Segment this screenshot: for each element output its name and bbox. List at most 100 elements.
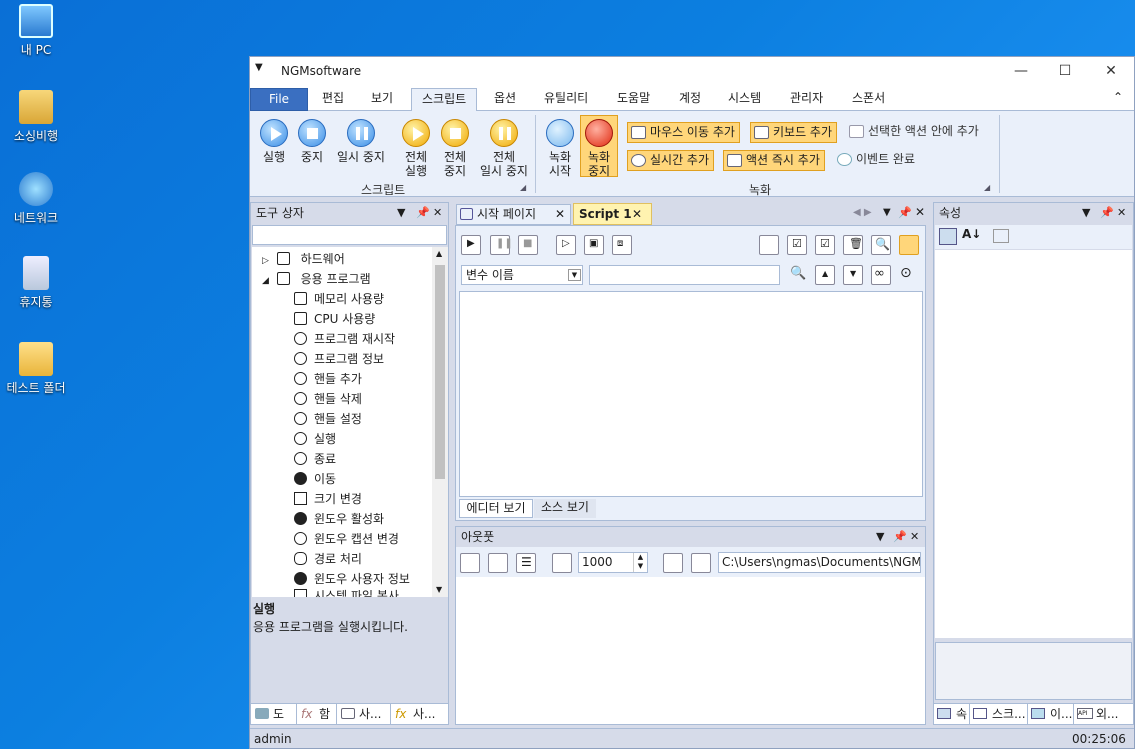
stop-all-button[interactable]: 전체 중지	[437, 119, 473, 178]
tab-editor-view[interactable]: 에디터 보기	[459, 499, 533, 518]
group-launcher-icon[interactable]: ◢	[520, 183, 526, 192]
tab-help[interactable]: 도움말	[607, 88, 660, 111]
script-canvas[interactable]	[459, 291, 923, 497]
pause-script-icon[interactable]: ❚❚	[490, 235, 513, 255]
clear-brush-icon[interactable]	[460, 553, 480, 573]
check-icon[interactable]: ☑	[815, 235, 835, 255]
property-pages-icon[interactable]	[993, 229, 1009, 243]
tab-user-2[interactable]: fx 사...	[391, 704, 448, 724]
close-icon[interactable]: ✕	[433, 203, 442, 223]
close-icon[interactable]: ✕	[1117, 203, 1126, 223]
open-folder-icon[interactable]	[691, 553, 711, 573]
tree-item-copy-file[interactable]: 시스템 파일 복사	[294, 589, 399, 597]
collapse-ribbon-icon[interactable]: ⌃	[1113, 90, 1123, 104]
tab-utility[interactable]: 유틸리티	[534, 88, 598, 111]
categorized-icon[interactable]	[939, 228, 957, 245]
close-button[interactable]: ✕	[1088, 57, 1134, 85]
pause-all-button[interactable]: 전체 일시 중지	[476, 119, 532, 178]
minimize-button[interactable]: —	[998, 57, 1044, 85]
tab-sponsor[interactable]: 스폰서	[842, 88, 895, 111]
quick-access-menu-icon[interactable]: ▼	[255, 62, 263, 73]
desktop-icon-recycle-bin[interactable]: 휴지통	[1, 256, 71, 310]
event-complete-button[interactable]: 이벤트 완료	[834, 150, 919, 171]
tab-view[interactable]: 보기	[361, 88, 403, 111]
move-up-icon[interactable]: ▲	[815, 265, 835, 285]
list-icon[interactable]: ☰	[516, 553, 536, 573]
log-settings-icon[interactable]	[488, 553, 508, 573]
properties-grid[interactable]	[935, 250, 1132, 638]
tree-item-activate-window[interactable]: 윈도우 활성화	[294, 509, 384, 529]
scroll-down-icon[interactable]: ▼	[436, 585, 442, 594]
delete-icon[interactable]: 🗑	[843, 235, 863, 255]
search-icon[interactable]: 🔍	[871, 235, 891, 255]
tab-options[interactable]: 옵션	[484, 88, 526, 111]
move-down-icon[interactable]: ▼	[843, 265, 863, 285]
scroll-up-icon[interactable]: ▲	[436, 249, 442, 258]
pin-icon[interactable]: 📌	[416, 203, 430, 223]
toolbox-scrollbar[interactable]: ▲ ▼	[432, 247, 448, 597]
close-tab-icon[interactable]: ✕	[632, 204, 642, 224]
desktop-icon-network[interactable]: 네트워크	[1, 172, 71, 226]
output-log-area[interactable]	[456, 577, 925, 724]
tree-item-restart[interactable]: 프로그램 재시작	[294, 329, 395, 349]
tree-item-path[interactable]: 경로 처리	[294, 549, 362, 569]
run-script-icon[interactable]: ▶	[461, 235, 481, 255]
chevron-down-icon[interactable]: ▼	[568, 269, 581, 281]
stop-script-icon[interactable]: ■	[518, 235, 538, 255]
tab-source-view[interactable]: 소스 보기	[534, 499, 596, 518]
output-path-field[interactable]: C:\Users\ngmas\Documents\NGM6\	[718, 552, 921, 573]
tab-script-1[interactable]: Script 1 ✕	[573, 203, 652, 225]
close-icon[interactable]: ✕	[910, 527, 919, 547]
add-keyboard-button[interactable]: 키보드 추가	[750, 122, 838, 143]
scroll-thumb[interactable]	[435, 265, 445, 479]
tab-file[interactable]: File	[250, 88, 308, 111]
dropdown-icon[interactable]: ▼	[397, 203, 405, 223]
tab-start-page[interactable]: 시작 페이지 ✕	[456, 204, 571, 225]
tree-item-change-caption[interactable]: 윈도우 캡션 변경	[294, 529, 399, 549]
close-icon[interactable]: ✕	[915, 205, 925, 219]
run-from-here-icon[interactable]: ▣	[584, 235, 604, 255]
pin-icon[interactable]: 📌	[898, 206, 912, 219]
group-launcher-icon[interactable]: ◢	[984, 183, 990, 192]
tab-external[interactable]: API 외...	[1074, 704, 1133, 724]
tab-edit[interactable]: 편집	[312, 88, 354, 111]
tree-item-cpu[interactable]: CPU 사용량	[294, 309, 375, 329]
desktop-icon-test-folder[interactable]: 테스트 폴더	[1, 342, 71, 396]
scroll-tabs-left-icon[interactable]: ◀ ▶	[853, 207, 872, 218]
add-inside-selected-action-button[interactable]: 선택한 액션 안에 추가	[846, 122, 983, 143]
record-start-button[interactable]: 녹화 시작	[542, 119, 578, 178]
run-all-button[interactable]: 전체 실행	[398, 119, 434, 178]
variable-name-select[interactable]: 변수 이름 ▼	[461, 265, 583, 285]
add-realtime-button[interactable]: 실시간 추가	[627, 150, 715, 171]
tree-item-run[interactable]: 실행	[294, 429, 336, 449]
run-button[interactable]: 실행	[256, 119, 292, 164]
maximize-button[interactable]: ☐	[1042, 57, 1088, 85]
dropdown-icon[interactable]: ▼	[883, 207, 891, 218]
pause-button[interactable]: 일시 중지	[332, 119, 390, 164]
save-icon[interactable]	[663, 553, 683, 573]
desktop-icon-user[interactable]: 소싱비행	[1, 90, 71, 144]
tree-node-application[interactable]: ◢ 응용 프로그램	[262, 269, 371, 289]
log-count-stepper[interactable]: 1000 ▲ ▼	[578, 552, 648, 573]
run-selection-icon[interactable]: ⧈	[612, 235, 632, 255]
close-tab-icon[interactable]: ✕	[555, 205, 565, 224]
tree-item-set-handle[interactable]: 핸들 설정	[294, 409, 362, 429]
add-action-instant-button[interactable]: 액션 즉시 추가	[723, 150, 825, 171]
tab-images[interactable]: 이...	[1028, 704, 1074, 724]
record-stop-button[interactable]: 녹화 중지	[580, 115, 618, 178]
dropdown-icon[interactable]: ▼	[1082, 203, 1090, 223]
pin-icon[interactable]: 📌	[893, 527, 907, 547]
tab-system[interactable]: 시스템	[718, 88, 771, 111]
tab-script-list[interactable]: 스크...	[970, 704, 1028, 724]
tab-admin[interactable]: 관리자	[780, 88, 833, 111]
edit-icon[interactable]	[759, 235, 779, 255]
dropdown-icon[interactable]: ▼	[876, 527, 884, 547]
more-icon[interactable]: ⊙	[899, 265, 919, 285]
tab-account[interactable]: 계정	[669, 88, 711, 111]
toolbox-search-input[interactable]	[252, 225, 447, 245]
tree-item-move[interactable]: 이동	[294, 469, 336, 489]
tree-item-exit[interactable]: 종료	[294, 449, 336, 469]
tree-item-program-info[interactable]: 프로그램 정보	[294, 349, 384, 369]
desktop-icon-my-pc[interactable]: 내 PC	[1, 4, 71, 58]
variable-search-input[interactable]	[589, 265, 780, 285]
